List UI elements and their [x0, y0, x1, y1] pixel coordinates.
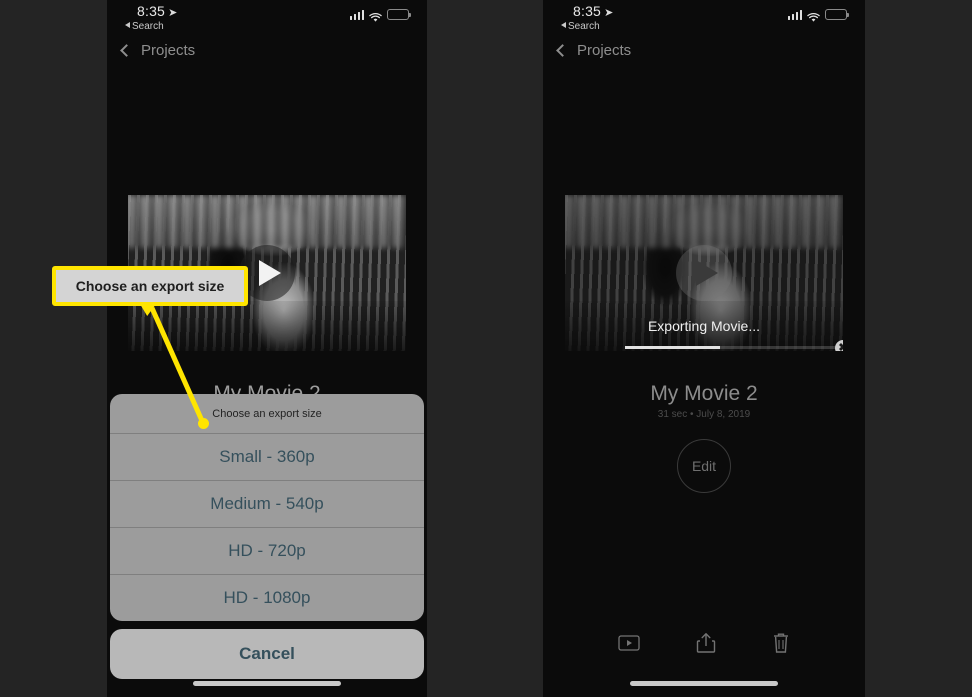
share-icon[interactable] — [696, 632, 716, 659]
movie-title-right: My Movie 2 — [650, 382, 758, 405]
location-arrow-icon: ➤ — [604, 7, 614, 19]
back-triangle-icon — [561, 22, 566, 28]
chevron-left-icon[interactable] — [120, 43, 133, 57]
cellular-signal-icon — [787, 10, 802, 20]
cellular-signal-icon — [349, 10, 364, 20]
status-bar-left-group: 8:35 ➤ Search — [125, 4, 177, 32]
movie-metadata: 31 sec • July 8, 2019 — [657, 409, 751, 420]
nav-back-label-2[interactable]: Projects — [577, 42, 631, 59]
action-sheet-option-small[interactable]: Small - 360p — [110, 434, 424, 481]
phone-body-left: My Movie 2 Choose an export size Small -… — [107, 64, 427, 697]
action-sheet-option-hd720[interactable]: HD - 720p — [110, 528, 424, 575]
home-indicator-right — [630, 681, 778, 686]
trash-icon[interactable] — [772, 632, 790, 659]
screenshot-stage: 8:35 ➤ Search Projects Choose an export … — [0, 0, 972, 697]
status-bar-right: 8:35 ➤ Search — [543, 0, 865, 36]
play-in-rectangle-icon[interactable] — [618, 635, 640, 656]
play-button-right[interactable] — [676, 245, 732, 301]
export-status-label: Exporting Movie... — [647, 318, 761, 334]
home-indicator-left — [193, 681, 341, 686]
battery-low-power-icon — [387, 9, 411, 20]
nav-bar-left: Projects — [107, 36, 427, 64]
battery-low-power-icon — [825, 9, 849, 20]
bottom-toolbar — [543, 632, 865, 659]
action-sheet-title: Choose an export size — [110, 394, 424, 434]
action-sheet-cancel-button[interactable]: Cancel — [110, 629, 424, 679]
phone-body-right: Exporting Movie... ✖ My Movie 2 31 sec •… — [543, 64, 865, 697]
action-sheet-group: Choose an export size Small - 360p Mediu… — [110, 394, 424, 621]
status-back-to-app[interactable]: Search — [125, 22, 177, 32]
nav-back-label[interactable]: Projects — [141, 42, 195, 59]
close-circle-icon[interactable]: ✖ — [835, 340, 843, 351]
location-arrow-icon: ➤ — [168, 7, 178, 19]
status-bar-right-group-2 — [787, 9, 849, 22]
status-bar-left: 8:35 ➤ Search — [107, 0, 427, 36]
export-progress-fill — [625, 346, 721, 349]
play-triangle-icon — [696, 260, 718, 286]
play-triangle-icon — [259, 260, 281, 286]
phone-screen-left: 8:35 ➤ Search Projects Choose an export … — [107, 0, 427, 697]
wifi-icon — [369, 10, 382, 22]
status-bar-left-group-2: 8:35 ➤ Search — [561, 4, 613, 32]
status-time-2: 8:35 — [573, 3, 602, 19]
status-time: 8:35 — [137, 3, 166, 19]
status-back-to-app-2[interactable]: Search — [561, 22, 613, 32]
action-sheet-option-hd1080[interactable]: HD - 1080p — [110, 575, 424, 621]
callout-target-dot — [198, 418, 209, 429]
nav-bar-right: Projects — [543, 36, 865, 64]
phone-screen-right: 8:35 ➤ Search Projects Exporting Movie..… — [543, 0, 865, 697]
export-size-action-sheet: Choose an export size Small - 360p Mediu… — [110, 394, 424, 679]
wifi-icon — [807, 10, 820, 22]
export-progress-bar: ✖ — [625, 340, 843, 351]
back-triangle-icon — [125, 22, 130, 28]
status-bar-right-group — [349, 9, 411, 22]
status-back-label-2: Search — [568, 21, 600, 32]
chevron-left-icon[interactable] — [556, 43, 569, 57]
callout-label: Choose an export size — [52, 266, 248, 306]
status-back-label: Search — [132, 21, 164, 32]
edit-button[interactable]: Edit — [677, 439, 731, 493]
action-sheet-option-medium[interactable]: Medium - 540p — [110, 481, 424, 528]
video-thumbnail-right[interactable]: Exporting Movie... ✖ — [565, 195, 843, 351]
